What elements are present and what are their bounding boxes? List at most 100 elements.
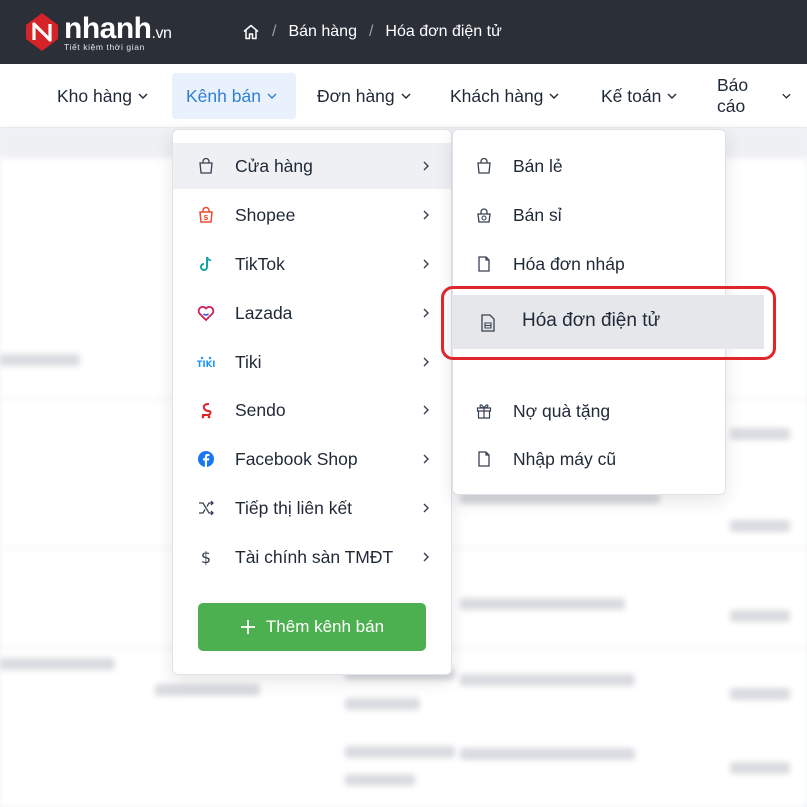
chevron-right-icon [423, 503, 429, 513]
main-nav: Kho hàng Kênh bán Đơn hàng Khách hàng Kế… [0, 64, 807, 128]
submenu-item-label: Bán lẻ [513, 155, 563, 176]
menu-item-shopee[interactable]: S Shopee [173, 192, 451, 238]
chevron-down-icon [138, 93, 148, 99]
shopping-bag-icon [199, 157, 213, 174]
submenu-item-gift-debt[interactable]: Nợ quà tặng [453, 388, 725, 434]
shuffle-icon [199, 500, 214, 516]
file-icon [478, 256, 490, 272]
tiki-icon: TIKI [197, 356, 215, 370]
chevron-right-icon [423, 161, 429, 171]
submenu-item-label: Bán sỉ [513, 204, 562, 225]
nav-kho-hang[interactable]: Kho hàng [43, 73, 164, 119]
logo-suffix: .vn [151, 25, 172, 42]
blurred-text [460, 748, 635, 760]
submenu-item-import-old-device[interactable]: Nhập máy cũ [453, 436, 725, 482]
chevron-right-icon [423, 357, 429, 367]
submenu-item-label: Nhập máy cũ [513, 448, 617, 469]
chevron-down-icon [667, 93, 677, 99]
nav-label: Kế toán [601, 85, 662, 106]
menu-item-tiki[interactable]: TIKI Tiki [173, 339, 451, 385]
logo-text: nhanh.vn [64, 12, 172, 46]
svg-text:S: S [203, 214, 208, 222]
nav-label: Khách hàng [450, 85, 544, 106]
submenu-item-ban-si[interactable]: Bán sỉ [453, 192, 725, 238]
blurred-text [460, 598, 625, 610]
menu-item-label: TikTok [235, 253, 285, 274]
menu-item-marketplace-finance[interactable]: $ Tài chính sàn TMĐT [173, 534, 451, 580]
blurred-text [730, 688, 790, 700]
nav-don-hang[interactable]: Đơn hàng [303, 73, 427, 119]
menu-item-label: Facebook Shop [235, 448, 358, 469]
blurred-text [730, 762, 790, 774]
plus-icon [240, 620, 255, 634]
blurred-text [345, 698, 420, 710]
file-icon [478, 451, 490, 467]
blurred-text [155, 684, 260, 696]
top-header: nhanh.vn Tiết kiệm thời gian / Bán hàng … [0, 0, 807, 64]
chevron-down-icon [549, 93, 559, 99]
channels-dropdown: Cửa hàng S Shopee TikTok Lazada TIKI Tik… [172, 129, 452, 675]
menu-item-tiktok[interactable]: TikTok [173, 241, 451, 287]
chevron-right-icon [423, 308, 429, 318]
facebook-icon [198, 451, 214, 467]
sendo-icon [201, 403, 212, 419]
home-icon[interactable] [242, 23, 260, 41]
lazada-icon [197, 306, 215, 322]
submenu-item-label: Nợ quà tặng [513, 400, 611, 421]
menu-item-label: Sendo [235, 399, 286, 420]
menu-item-label: Lazada [235, 302, 293, 323]
blurred-text [345, 774, 415, 786]
highlight-callout [441, 286, 776, 360]
nav-kenh-ban[interactable]: Kênh bán [172, 73, 296, 119]
blurred-text [730, 428, 790, 440]
nav-bao-cao[interactable]: Báo cáo [703, 73, 807, 119]
blurred-text [0, 354, 80, 366]
add-channel-label: Thêm kênh bán [265, 617, 385, 636]
menu-item-cua-hang[interactable]: Cửa hàng [173, 143, 451, 189]
chevron-down-icon [267, 93, 277, 99]
nav-label: Báo cáo [717, 75, 749, 116]
menu-item-lazada[interactable]: Lazada [173, 290, 451, 336]
nav-ke-toan[interactable]: Kế toán [587, 73, 693, 119]
logo-name: nhanh [64, 12, 152, 45]
breadcrumb-section[interactable]: Bán hàng [288, 23, 357, 41]
breadcrumb-separator: / [368, 23, 374, 40]
shopee-icon: S [199, 206, 213, 223]
chevron-right-icon [423, 259, 429, 269]
menu-item-affiliate[interactable]: Tiếp thị liên kết [173, 485, 451, 531]
svg-text:$: $ [201, 548, 211, 566]
breadcrumb-current: Hóa đơn điện tử [385, 23, 502, 40]
submenu-item-draft-invoice[interactable]: Hóa đơn nháp [453, 241, 725, 287]
add-channel-button[interactable]: Thêm kênh bán [198, 603, 426, 651]
shopping-bag-icon [477, 157, 491, 174]
chevron-right-icon [423, 405, 429, 415]
menu-item-label: Tiếp thị liên kết [235, 497, 353, 518]
chevron-down-icon [782, 93, 791, 99]
chevron-right-icon [423, 552, 429, 562]
menu-item-label: Tài chính sàn TMĐT [235, 546, 394, 567]
blurred-text [345, 746, 455, 758]
logo[interactable]: nhanh.vn Tiết kiệm thời gian [22, 10, 172, 56]
chevron-right-icon [423, 210, 429, 220]
blurred-text [460, 674, 635, 686]
blurred-text [0, 658, 115, 670]
menu-item-label: Cửa hàng [235, 155, 313, 176]
submenu-item-label: Hóa đơn nháp [513, 253, 625, 274]
blurred-text [730, 520, 790, 532]
tiktok-icon [200, 256, 212, 271]
logo-mark-icon [26, 13, 58, 51]
menu-item-facebook-shop[interactable]: Facebook Shop [173, 436, 451, 482]
nav-label: Đơn hàng [317, 85, 395, 106]
blurred-text [730, 610, 790, 622]
logo-tagline: Tiết kiệm thời gian [64, 42, 145, 52]
breadcrumb: / Bán hàng / Hóa đơn điện tử [242, 20, 502, 44]
submenu-item-ban-le[interactable]: Bán lẻ [453, 143, 725, 189]
nav-khach-hang[interactable]: Khách hàng [436, 73, 575, 119]
menu-item-label: Shopee [235, 204, 296, 225]
svg-text:TIKI: TIKI [197, 360, 215, 370]
wholesale-icon [477, 208, 491, 223]
dollar-icon: $ [201, 548, 211, 566]
nav-label: Kho hàng [57, 85, 132, 106]
menu-item-sendo[interactable]: Sendo [173, 387, 451, 433]
menu-item-label: Tiki [235, 351, 262, 372]
